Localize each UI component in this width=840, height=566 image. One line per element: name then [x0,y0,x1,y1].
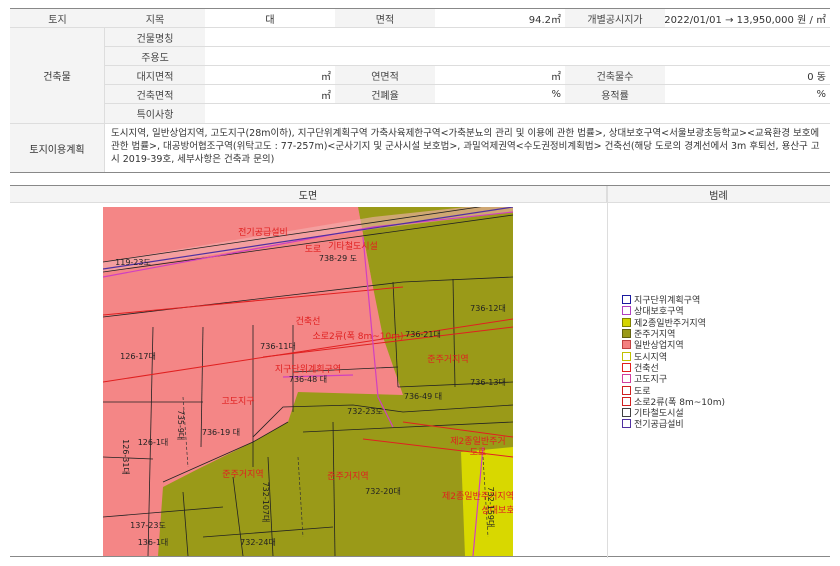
legend-label: 전기공급설비 [634,420,684,431]
map-label: 기타철도시설 [328,241,378,252]
map-header: 도면 [10,186,607,202]
map-label: 732-20대 [365,487,401,496]
legend-swatch [622,374,631,384]
map-label: 732-23도 [347,407,383,416]
map-section: 도면 범례 전기공급설비 도로 기타철도시설 건축선 소로2류(폭 8m~10m… [10,185,830,558]
legend-swatch [622,306,631,316]
parcel-info-table: 토지 지목 대 면적 94.2㎡ 개별공시지가 2022/01/01 → 13,… [10,8,830,173]
map-label: 736-19 대 [202,428,240,437]
area-label: 면적 [335,9,435,27]
map-label: 732-159대 [486,487,495,528]
map-label: 736-48 대 [289,375,327,384]
jimok-label: 지목 [105,9,205,27]
map-label: 732-107대 [261,482,270,523]
land-label: 토지 [10,9,105,27]
map-label: 전기공급설비 [238,227,288,238]
building-group: 건축물 건물명칭 주용도 대지면적 ㎡ 연면적 ㎡ 건축물수 0 동 건축면적 … [10,28,830,124]
landuse-label: 토지이용계획 [10,124,105,172]
map-label: 738-29 도 [319,254,357,263]
land-row: 토지 지목 대 면적 94.2㎡ 개별공시지가 2022/01/01 → 13,… [10,9,830,28]
map-label: 제2종일반주거지역 [442,491,513,502]
building-name-label: 건물명칭 [105,28,205,46]
special-label: 특이사항 [105,104,205,123]
map-label: 736-49 대 [404,392,442,401]
legend-swatch [622,385,631,395]
landuse-text: 도시지역, 일반상업지역, 고도지구(28m이하), 지구단위계획구역 가축사육… [111,128,820,165]
map-label: 도로 [470,448,487,458]
legend-swatch [622,362,631,372]
coverage-label: 건폐율 [335,85,435,103]
map-label: 736-12대 [470,304,506,313]
map-label: 736-21대 [405,330,441,339]
map-label: 준주거지역 [222,469,263,480]
map-label: 준주거지역 [327,471,368,482]
map-label: 136-1대 [138,538,169,547]
map-label: 126-31대 [121,439,130,475]
coverage-value: % [435,85,565,103]
special-value [205,104,830,123]
building-name-value [205,28,830,46]
legend-header: 범례 [709,190,728,202]
map-legend: 지구단위계획구역 상대보호구역 제2종일반주거지역 준주거지역 일반상업지역 도시지역 건축… [622,294,725,430]
floor-area-label: 연면적 [335,66,435,84]
map-label: 건축선 [296,316,321,327]
map-label: 137-23도 [130,521,166,530]
floor-area-value: ㎡ [435,66,565,84]
map-label: 준주거지역 [427,354,468,365]
far-label: 용적률 [565,85,665,103]
landuse-group: 토지이용계획 도시지역, 일반상업지역, 고도지구(28m이하), 지구단위계획… [10,124,830,173]
floors-label: 건축물수 [565,66,665,84]
legend-swatch [622,408,631,418]
map-label: 고도지구 [221,396,254,407]
building-label: 건축물 [10,28,105,123]
legend-swatch [622,295,631,305]
legend-item: 전기공급설비 [622,418,725,431]
cadastral-map[interactable]: 전기공급설비 도로 기타철도시설 건축선 소로2류(폭 8m~10m) 준주거지… [103,207,513,556]
site-area-value: ㎡ [205,66,335,84]
main-use-label: 주용도 [105,47,205,65]
jimok-value: 대 [205,9,335,27]
legend-swatch [622,340,631,350]
map-label: 126-1대 [138,438,169,447]
floors-value: 0 동 [665,66,830,84]
legend-swatch [622,329,631,339]
build-area-value: ㎡ [205,85,335,103]
area-value: 94.2㎡ [435,9,565,27]
map-label: 지구단위계획구역 [275,363,341,375]
legend-swatch [622,351,631,361]
main-use-value [205,47,830,65]
legend-swatch [622,419,631,429]
build-area-label: 건축면적 [105,85,205,103]
map-label: 제2종일반주거 [450,436,505,447]
price-label: 개별공시지가 [565,9,665,27]
map-label: 732-24대 [240,538,276,547]
far-value: % [665,85,830,103]
legend-swatch [622,317,631,327]
site-area-label: 대지면적 [105,66,205,84]
map-label: 126-17대 [120,352,156,361]
map-label: 736-11대 [260,342,296,351]
map-label: 736-13대 [470,378,506,387]
map-label: 소로2류(폭 8m~10m) [313,331,404,342]
price-value: 2022/01/01 → 13,950,000 원 / ㎡ [665,9,830,27]
map-label: 119-23도 [115,258,151,267]
map-label: 735-9대 [176,410,185,441]
legend-swatch [622,396,631,406]
